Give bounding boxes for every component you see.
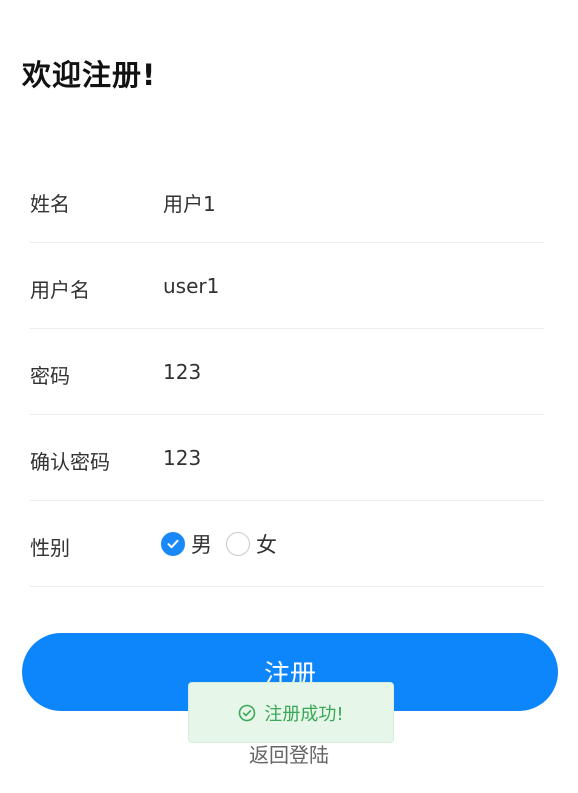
username-field[interactable]: user1 <box>163 274 219 298</box>
gender-radio-female[interactable]: 女 <box>226 529 277 559</box>
gender-radio-group: 男 女 <box>161 529 291 559</box>
radio-unchecked-icon <box>226 532 250 556</box>
toast-message: 注册成功! <box>264 703 344 725</box>
form-row-password: 密码 123 <box>0 329 578 415</box>
gender-option-label: 男 <box>191 533 212 557</box>
register-page: 欢迎注册! 姓名 用户1 用户名 user1 密码 123 确认密码 123 性… <box>0 0 578 793</box>
confirm-password-label: 确认密码 <box>30 450 110 474</box>
back-to-login-link[interactable]: 返回登陆 <box>0 739 578 768</box>
form-row-name: 姓名 用户1 <box>0 157 578 243</box>
check-circle-icon <box>238 704 256 722</box>
gender-option-label: 女 <box>256 533 277 557</box>
radio-checked-icon <box>161 532 185 556</box>
form-row-username: 用户名 user1 <box>0 243 578 329</box>
form-row-gender: 性别 男 女 <box>0 501 578 587</box>
success-toast: 注册成功! <box>188 682 394 743</box>
gender-label: 性别 <box>30 536 70 560</box>
confirm-password-field[interactable]: 123 <box>163 446 201 470</box>
password-label: 密码 <box>30 364 70 388</box>
register-form: 姓名 用户1 用户名 user1 密码 123 确认密码 123 性别 男 女 <box>0 157 578 587</box>
username-label: 用户名 <box>30 278 90 302</box>
password-field[interactable]: 123 <box>163 360 201 384</box>
name-label: 姓名 <box>30 192 70 216</box>
gender-radio-male[interactable]: 男 <box>161 529 212 559</box>
name-field[interactable]: 用户1 <box>163 188 216 217</box>
row-divider <box>30 586 544 587</box>
form-row-confirm-password: 确认密码 123 <box>0 415 578 501</box>
page-title: 欢迎注册! <box>22 58 157 92</box>
